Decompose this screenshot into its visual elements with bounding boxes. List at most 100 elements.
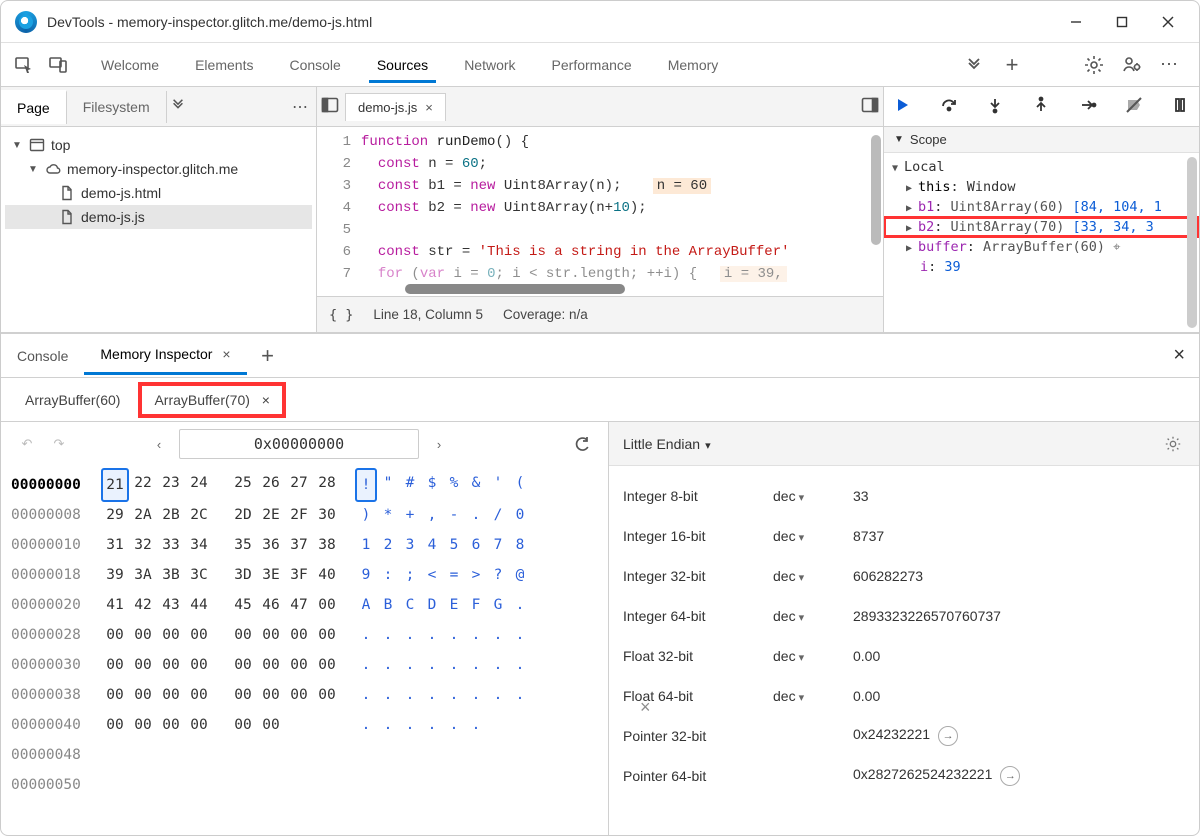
hex-byte[interactable]: 38 bbox=[313, 530, 341, 560]
hex-byte[interactable]: 25 bbox=[229, 468, 257, 502]
hex-byte[interactable]: 00 bbox=[313, 680, 341, 710]
hex-byte[interactable]: 37 bbox=[285, 530, 313, 560]
hex-byte[interactable]: 28 bbox=[313, 468, 341, 502]
ascii-byte[interactable]: # bbox=[399, 468, 421, 502]
ascii-byte[interactable]: / bbox=[487, 500, 509, 530]
ascii-byte[interactable]: - bbox=[443, 500, 465, 530]
deactivate-breakpoints-icon[interactable] bbox=[1125, 96, 1143, 117]
scope-header[interactable]: ▼ Scope bbox=[884, 127, 1199, 153]
ascii-byte[interactable]: 6 bbox=[465, 530, 487, 560]
hex-byte[interactable]: 00 bbox=[185, 650, 213, 680]
hex-byte[interactable]: 45 bbox=[229, 590, 257, 620]
hex-byte[interactable]: 46 bbox=[257, 590, 285, 620]
ascii-byte[interactable]: + bbox=[399, 500, 421, 530]
tab-console[interactable]: Console bbox=[271, 47, 358, 83]
ascii-byte[interactable]: 4 bbox=[421, 530, 443, 560]
value-format-select[interactable]: dec bbox=[773, 568, 853, 584]
ascii-byte[interactable]: & bbox=[465, 468, 487, 502]
minimize-button[interactable] bbox=[1053, 1, 1099, 43]
ascii-byte[interactable]: . bbox=[465, 500, 487, 530]
ascii-byte[interactable]: . bbox=[377, 680, 399, 710]
tree-file-html[interactable]: demo-js.html bbox=[5, 181, 312, 205]
tab-welcome[interactable]: Welcome bbox=[83, 47, 177, 83]
hex-byte[interactable]: 00 bbox=[185, 710, 213, 740]
tree-top[interactable]: ▼ top bbox=[5, 133, 312, 157]
hex-byte[interactable]: 40 bbox=[313, 560, 341, 590]
ascii-byte[interactable]: . bbox=[421, 650, 443, 680]
close-tab-icon[interactable]: × bbox=[425, 100, 433, 115]
toggle-debugger-icon[interactable] bbox=[861, 96, 879, 117]
hex-byte[interactable]: 30 bbox=[313, 500, 341, 530]
hex-byte[interactable]: 3F bbox=[285, 560, 313, 590]
next-page-icon[interactable]: › bbox=[427, 432, 451, 456]
toggle-navigator-icon[interactable] bbox=[321, 96, 339, 117]
hex-byte[interactable]: 00 bbox=[101, 650, 129, 680]
hex-byte[interactable]: 00 bbox=[285, 620, 313, 650]
ascii-byte[interactable]: 3 bbox=[399, 530, 421, 560]
ascii-byte[interactable]: : bbox=[377, 560, 399, 590]
ascii-byte[interactable]: , bbox=[421, 500, 443, 530]
endian-select[interactable]: Little Endian bbox=[623, 436, 711, 452]
ascii-byte[interactable]: . bbox=[421, 710, 443, 740]
ascii-byte[interactable]: D bbox=[421, 590, 443, 620]
hex-byte[interactable]: 26 bbox=[257, 468, 285, 502]
ascii-byte[interactable]: > bbox=[465, 560, 487, 590]
ascii-byte[interactable]: B bbox=[377, 590, 399, 620]
ascii-byte[interactable]: A bbox=[355, 590, 377, 620]
hex-byte[interactable]: 00 bbox=[101, 680, 129, 710]
hex-byte[interactable]: 00 bbox=[257, 680, 285, 710]
hex-byte[interactable]: 3E bbox=[257, 560, 285, 590]
ascii-byte[interactable]: < bbox=[421, 560, 443, 590]
ascii-byte[interactable]: . bbox=[443, 710, 465, 740]
value-format-select[interactable]: dec bbox=[773, 648, 853, 664]
tab-network[interactable]: Network bbox=[446, 47, 533, 83]
hex-byte[interactable]: 43 bbox=[157, 590, 185, 620]
ascii-byte[interactable]: ( bbox=[509, 468, 531, 502]
hex-byte[interactable]: 00 bbox=[313, 590, 341, 620]
goto-address-icon[interactable]: → bbox=[1000, 766, 1020, 786]
hex-byte[interactable]: 00 bbox=[257, 620, 285, 650]
resume-icon[interactable] bbox=[894, 96, 912, 117]
more-options-icon[interactable]: ⋯ bbox=[1153, 48, 1187, 82]
maximize-button[interactable] bbox=[1099, 1, 1145, 43]
hex-byte[interactable]: 41 bbox=[101, 590, 129, 620]
inspect-element-icon[interactable] bbox=[7, 48, 41, 82]
close-drawer-tab-icon[interactable]: × bbox=[222, 346, 230, 362]
add-drawer-tab-icon[interactable]: + bbox=[253, 341, 283, 371]
ascii-byte[interactable]: F bbox=[465, 590, 487, 620]
close-window-button[interactable] bbox=[1145, 1, 1191, 43]
tab-sources[interactable]: Sources bbox=[359, 47, 446, 83]
step-out-icon[interactable] bbox=[1032, 96, 1050, 117]
ascii-byte[interactable]: . bbox=[399, 650, 421, 680]
hex-byte[interactable]: 00 bbox=[129, 680, 157, 710]
ascii-byte[interactable]: . bbox=[377, 710, 399, 740]
memory-inspector-icon[interactable]: ⌖ bbox=[1113, 240, 1120, 255]
hex-byte[interactable]: 00 bbox=[185, 680, 213, 710]
close-buffer-tab-icon[interactable]: × bbox=[262, 392, 270, 408]
value-settings-icon[interactable] bbox=[1161, 432, 1185, 456]
ascii-byte[interactable]: . bbox=[465, 680, 487, 710]
tab-filesystem[interactable]: Filesystem bbox=[67, 91, 167, 123]
tab-page[interactable]: Page bbox=[1, 90, 67, 124]
scope-scrollbar[interactable] bbox=[1187, 157, 1197, 328]
ascii-byte[interactable]: ) bbox=[355, 500, 377, 530]
ascii-byte[interactable]: G bbox=[487, 590, 509, 620]
hex-byte[interactable]: 00 bbox=[257, 710, 285, 740]
hex-byte[interactable]: 22 bbox=[129, 468, 157, 502]
hex-byte[interactable]: 2D bbox=[229, 500, 257, 530]
hex-byte[interactable]: 00 bbox=[285, 680, 313, 710]
hex-byte[interactable]: 44 bbox=[185, 590, 213, 620]
hex-grid[interactable]: 000000002122232425262728!"#$%&'(00000008… bbox=[1, 466, 608, 810]
hex-byte[interactable]: 00 bbox=[157, 710, 185, 740]
scope-local[interactable]: ▼Local bbox=[884, 157, 1199, 177]
ascii-byte[interactable] bbox=[509, 710, 531, 740]
hex-byte[interactable]: 2E bbox=[257, 500, 285, 530]
pause-on-exceptions-icon[interactable] bbox=[1171, 96, 1189, 117]
ascii-byte[interactable]: . bbox=[355, 620, 377, 650]
ascii-byte[interactable]: 7 bbox=[487, 530, 509, 560]
redo-icon[interactable]: ↷ bbox=[47, 432, 71, 456]
tree-origin[interactable]: ▼ memory-inspector.glitch.me bbox=[5, 157, 312, 181]
value-format-select[interactable]: dec bbox=[773, 688, 853, 704]
ascii-byte[interactable]: . bbox=[509, 680, 531, 710]
hex-byte[interactable]: 2C bbox=[185, 500, 213, 530]
